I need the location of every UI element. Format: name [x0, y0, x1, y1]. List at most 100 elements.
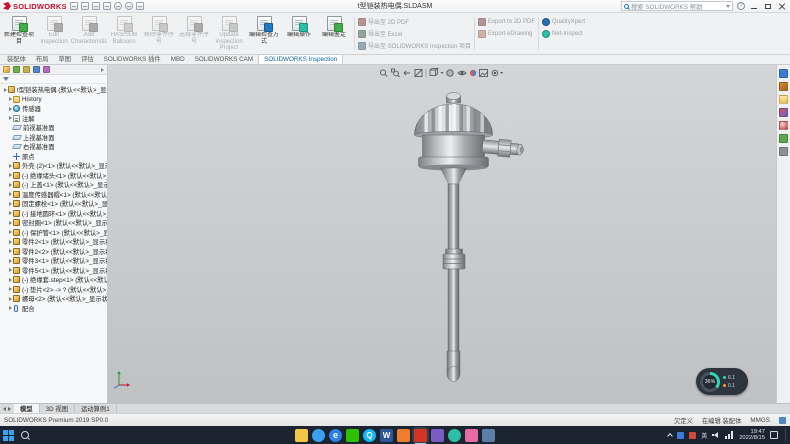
expand-arrow-icon[interactable]	[9, 183, 12, 187]
tray-expand-icon[interactable]	[667, 433, 673, 439]
graphics-viewport[interactable]: 36% 6.1 0.1	[108, 65, 776, 403]
update-inspection-project-button[interactable]: Update Inspection Project	[212, 14, 246, 53]
browser-icon[interactable]	[312, 429, 325, 442]
expand-arrow-icon[interactable]	[9, 230, 12, 234]
qualityxpert-item[interactable]: QualityXpert	[542, 17, 585, 26]
new-inspection-project-button[interactable]: 新建检查项目	[2, 14, 36, 53]
edge-icon[interactable]	[329, 429, 342, 442]
tree-item-component[interactable]: (-) 上盖<1> (默认<<默认>_显示状态>)	[2, 180, 107, 190]
notification-center-icon[interactable]	[770, 431, 778, 439]
app-icon[interactable]	[431, 429, 444, 442]
tree-item-component[interactable]: 螺母<2> (默认<<默认>_显示状态>)	[2, 294, 107, 304]
select-balloons-button[interactable]: 选择零件序号	[177, 14, 211, 53]
has-sub-balloons-button[interactable]: HAS/SUB Balloons	[107, 14, 141, 53]
file-explorer-icon[interactable]	[779, 95, 788, 104]
close-icon[interactable]	[777, 2, 787, 11]
expand-arrow-icon[interactable]	[4, 88, 7, 92]
save-icon[interactable]	[92, 2, 100, 10]
taskbar-search-icon[interactable]	[21, 431, 29, 439]
tree-item-component[interactable]: (-) 绝缘套.step<1> (默认<<默认>_显示状态>)	[2, 275, 107, 285]
expand-arrow-icon[interactable]	[9, 287, 12, 291]
tree-item-component[interactable]: 零件5<1> (默认<<默认>_显示状态>)	[2, 266, 107, 276]
tree-item-annotations[interactable]: 注解	[2, 114, 107, 124]
tab-cam[interactable]: SOLIDWORKS CAM	[190, 55, 258, 64]
minimize-icon[interactable]	[749, 2, 759, 11]
taskbar-clock[interactable]: 19:47 2022/8/15	[739, 429, 765, 442]
edit-inspection-method-button[interactable]: 编辑检查方式	[247, 14, 281, 53]
wechat-icon[interactable]	[346, 429, 359, 442]
model-tab[interactable]: 模型	[14, 404, 40, 413]
tab-evaluate[interactable]: 评估	[76, 53, 99, 64]
expand-arrow-icon[interactable]	[9, 97, 12, 101]
custom-properties-icon[interactable]	[779, 134, 788, 143]
tree-item-mates[interactable]: 配合	[2, 304, 107, 314]
tree-item-component[interactable]: 零件2<2> (默认<<默认>_显示状态>)	[2, 247, 107, 257]
tree-filter-row[interactable]	[0, 75, 107, 84]
tree-item-component[interactable]: (-) 垫片<2> -> ? (默认<<默认>_显示状态>)	[2, 285, 107, 295]
display-manager-icon[interactable]	[43, 66, 50, 73]
net-inspect-item[interactable]: Net-Inspect	[542, 29, 585, 38]
expand-arrow-icon[interactable]	[9, 297, 12, 301]
qq-icon[interactable]	[363, 429, 376, 442]
expand-arrow-icon[interactable]	[9, 173, 12, 177]
export-2d-pdf-item[interactable]: 导出至 2D PDF	[358, 17, 471, 26]
export-excel-item[interactable]: 导出至 Excel	[358, 29, 471, 38]
help-icon[interactable]: ?	[737, 2, 745, 10]
tab-layout[interactable]: 布局	[31, 53, 54, 64]
expand-arrow-icon[interactable]	[9, 240, 12, 244]
app-icon[interactable]	[465, 429, 478, 442]
appearances-icon[interactable]	[779, 121, 788, 130]
undo-icon[interactable]	[114, 2, 122, 10]
view-palette-icon[interactable]	[779, 108, 788, 117]
file-explorer-icon[interactable]	[295, 429, 308, 442]
performance-widget[interactable]: 36% 6.1 0.1	[696, 368, 748, 395]
tray-app-icon[interactable]	[689, 432, 696, 439]
print-icon[interactable]	[103, 2, 111, 10]
motion-study-tab[interactable]: 运动算例1	[75, 404, 117, 413]
export-edrawing-item[interactable]: Export eDrawing	[478, 29, 535, 38]
property-manager-icon[interactable]	[13, 66, 20, 73]
heads-up-toolbar[interactable]	[378, 67, 506, 79]
solidworks-taskbar-icon[interactable]	[414, 429, 427, 442]
tag-icon[interactable]	[779, 417, 786, 424]
3d-model[interactable]	[108, 65, 776, 403]
tree-item-component[interactable]: 固定螺栓<1> (默认<<默认>_显示状态>)	[2, 199, 107, 209]
tree-item-right-plane[interactable]: 右视基准面	[2, 142, 107, 152]
export-sw-inspection-item[interactable]: 导出至 SOLIDWORKS Inspection 项目	[358, 41, 471, 50]
dimxpert-manager-icon[interactable]	[33, 66, 40, 73]
network-icon[interactable]	[725, 431, 734, 439]
tree-root[interactable]: t型铠装热电偶 (默认<<默认>_显示状态-1>)	[2, 85, 107, 95]
expand-arrow-icon[interactable]	[9, 259, 12, 263]
edit-qualification-button[interactable]: 编辑鉴定	[317, 14, 351, 53]
home-icon[interactable]	[779, 69, 788, 78]
expand-arrow-icon[interactable]	[9, 116, 12, 120]
panel-expand-icon[interactable]	[101, 68, 104, 72]
expand-arrow-icon[interactable]	[9, 192, 12, 196]
tree-item-component[interactable]: 密封圈<1> (默认<<默认>_显示状态>)	[2, 218, 107, 228]
expand-arrow-icon[interactable]	[9, 306, 12, 310]
unit-system[interactable]: MMGS	[750, 417, 770, 424]
tab-addins[interactable]: SOLIDWORKS 插件	[99, 53, 166, 64]
remove-balloons-button[interactable]: 移除零件序号	[142, 14, 176, 53]
maximize-icon[interactable]	[763, 2, 773, 11]
tree-item-front-plane[interactable]: 前视基准面	[2, 123, 107, 133]
tree-item-component[interactable]: (-) 接地圆环<1> (默认<<默认>_显示状态>)	[2, 209, 107, 219]
tree-item-component[interactable]: (-) 绝缘堵头<1> (默认<<默认>_显示状态>)	[2, 171, 107, 181]
configuration-manager-icon[interactable]	[23, 66, 30, 73]
word-icon[interactable]	[380, 429, 393, 442]
app-icon[interactable]	[482, 429, 495, 442]
new-document-icon[interactable]	[70, 2, 78, 10]
edit-inspection-button[interactable]: Edit Inspection	[37, 14, 71, 53]
tab-assembly[interactable]: 装配体	[2, 53, 31, 64]
expand-arrow-icon[interactable]	[9, 107, 12, 111]
volume-icon[interactable]	[712, 432, 720, 439]
scroll-tabs-right-icon[interactable]	[8, 407, 11, 411]
show-desktop-button[interactable]	[785, 428, 787, 442]
search-dropdown-icon[interactable]	[726, 5, 730, 8]
expand-arrow-icon[interactable]	[9, 278, 12, 282]
expand-arrow-icon[interactable]	[9, 249, 12, 253]
tray-app-icon[interactable]	[677, 432, 684, 439]
feature-tree-icon[interactable]	[3, 66, 10, 73]
tab-sketch[interactable]: 草图	[53, 53, 76, 64]
app-icon[interactable]	[448, 429, 461, 442]
